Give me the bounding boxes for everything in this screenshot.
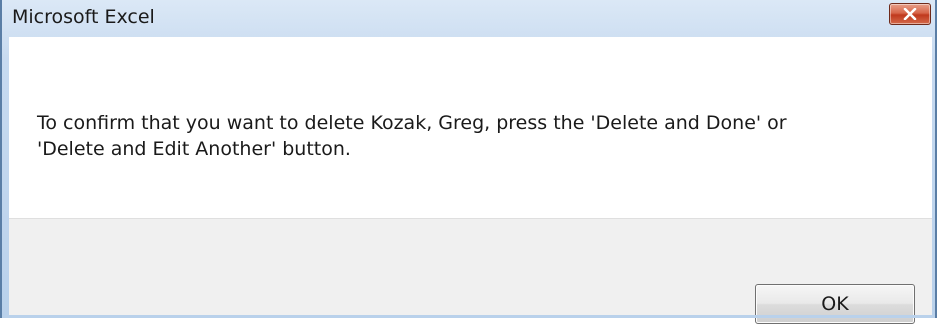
title-bar[interactable]: Microsoft Excel — [2, 0, 935, 37]
button-footer: OK — [9, 218, 932, 324]
message-area: To confirm that you want to delete Kozak… — [9, 37, 932, 218]
dialog-content: To confirm that you want to delete Kozak… — [9, 37, 932, 324]
close-button[interactable] — [889, 3, 931, 25]
ok-button[interactable]: OK — [755, 284, 915, 324]
confirmation-message: To confirm that you want to delete Kozak… — [37, 110, 897, 162]
dialog-window: Microsoft Excel To confirm that you want… — [0, 0, 937, 324]
message-line-1: To confirm that you want to delete Kozak… — [37, 112, 787, 134]
close-icon — [903, 8, 917, 20]
message-line-2: 'Delete and Edit Another' button. — [37, 138, 351, 160]
dialog-title: Microsoft Excel — [12, 6, 155, 28]
